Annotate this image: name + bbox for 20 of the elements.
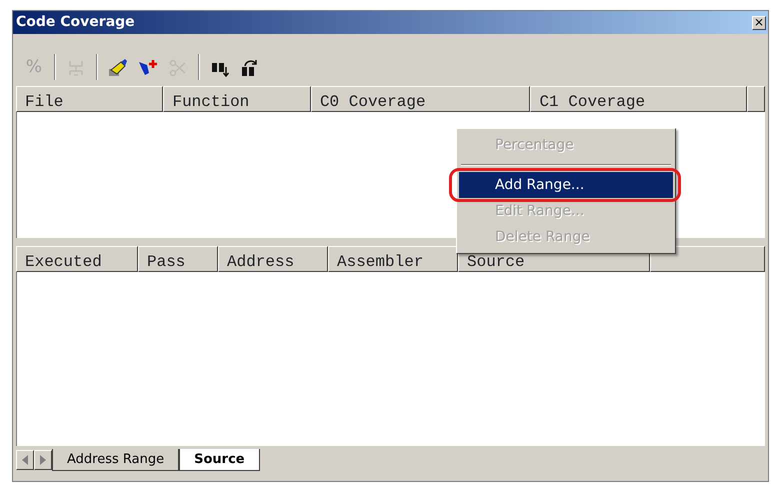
sheet-tab[interactable]: Address Range bbox=[52, 449, 180, 471]
column-header[interactable]: Assembler bbox=[328, 246, 458, 272]
column-header[interactable]: Pass bbox=[138, 246, 218, 272]
column-header[interactable]: Function bbox=[163, 86, 311, 112]
scroll-left-button[interactable] bbox=[16, 450, 34, 470]
left-arrow-icon bbox=[21, 455, 29, 465]
column-header[interactable]: C0 Coverage bbox=[310, 86, 530, 112]
menu-item[interactable]: Add Range... bbox=[459, 172, 673, 198]
pin-plus-icon bbox=[137, 58, 159, 78]
column-header[interactable]: File bbox=[16, 86, 164, 112]
column-header[interactable]: Executed bbox=[16, 246, 138, 272]
close-button[interactable]: × bbox=[752, 16, 766, 30]
scissors-icon bbox=[168, 58, 188, 78]
brush-icon bbox=[107, 58, 129, 78]
scroll-right-button[interactable] bbox=[34, 450, 52, 470]
right-arrow-icon bbox=[39, 455, 47, 465]
column-header[interactable]: Address bbox=[218, 246, 328, 272]
sheet-tab[interactable]: Source bbox=[179, 449, 260, 471]
column-header[interactable]: C1 Coverage bbox=[530, 86, 748, 112]
window-title: Code Coverage bbox=[16, 13, 135, 32]
